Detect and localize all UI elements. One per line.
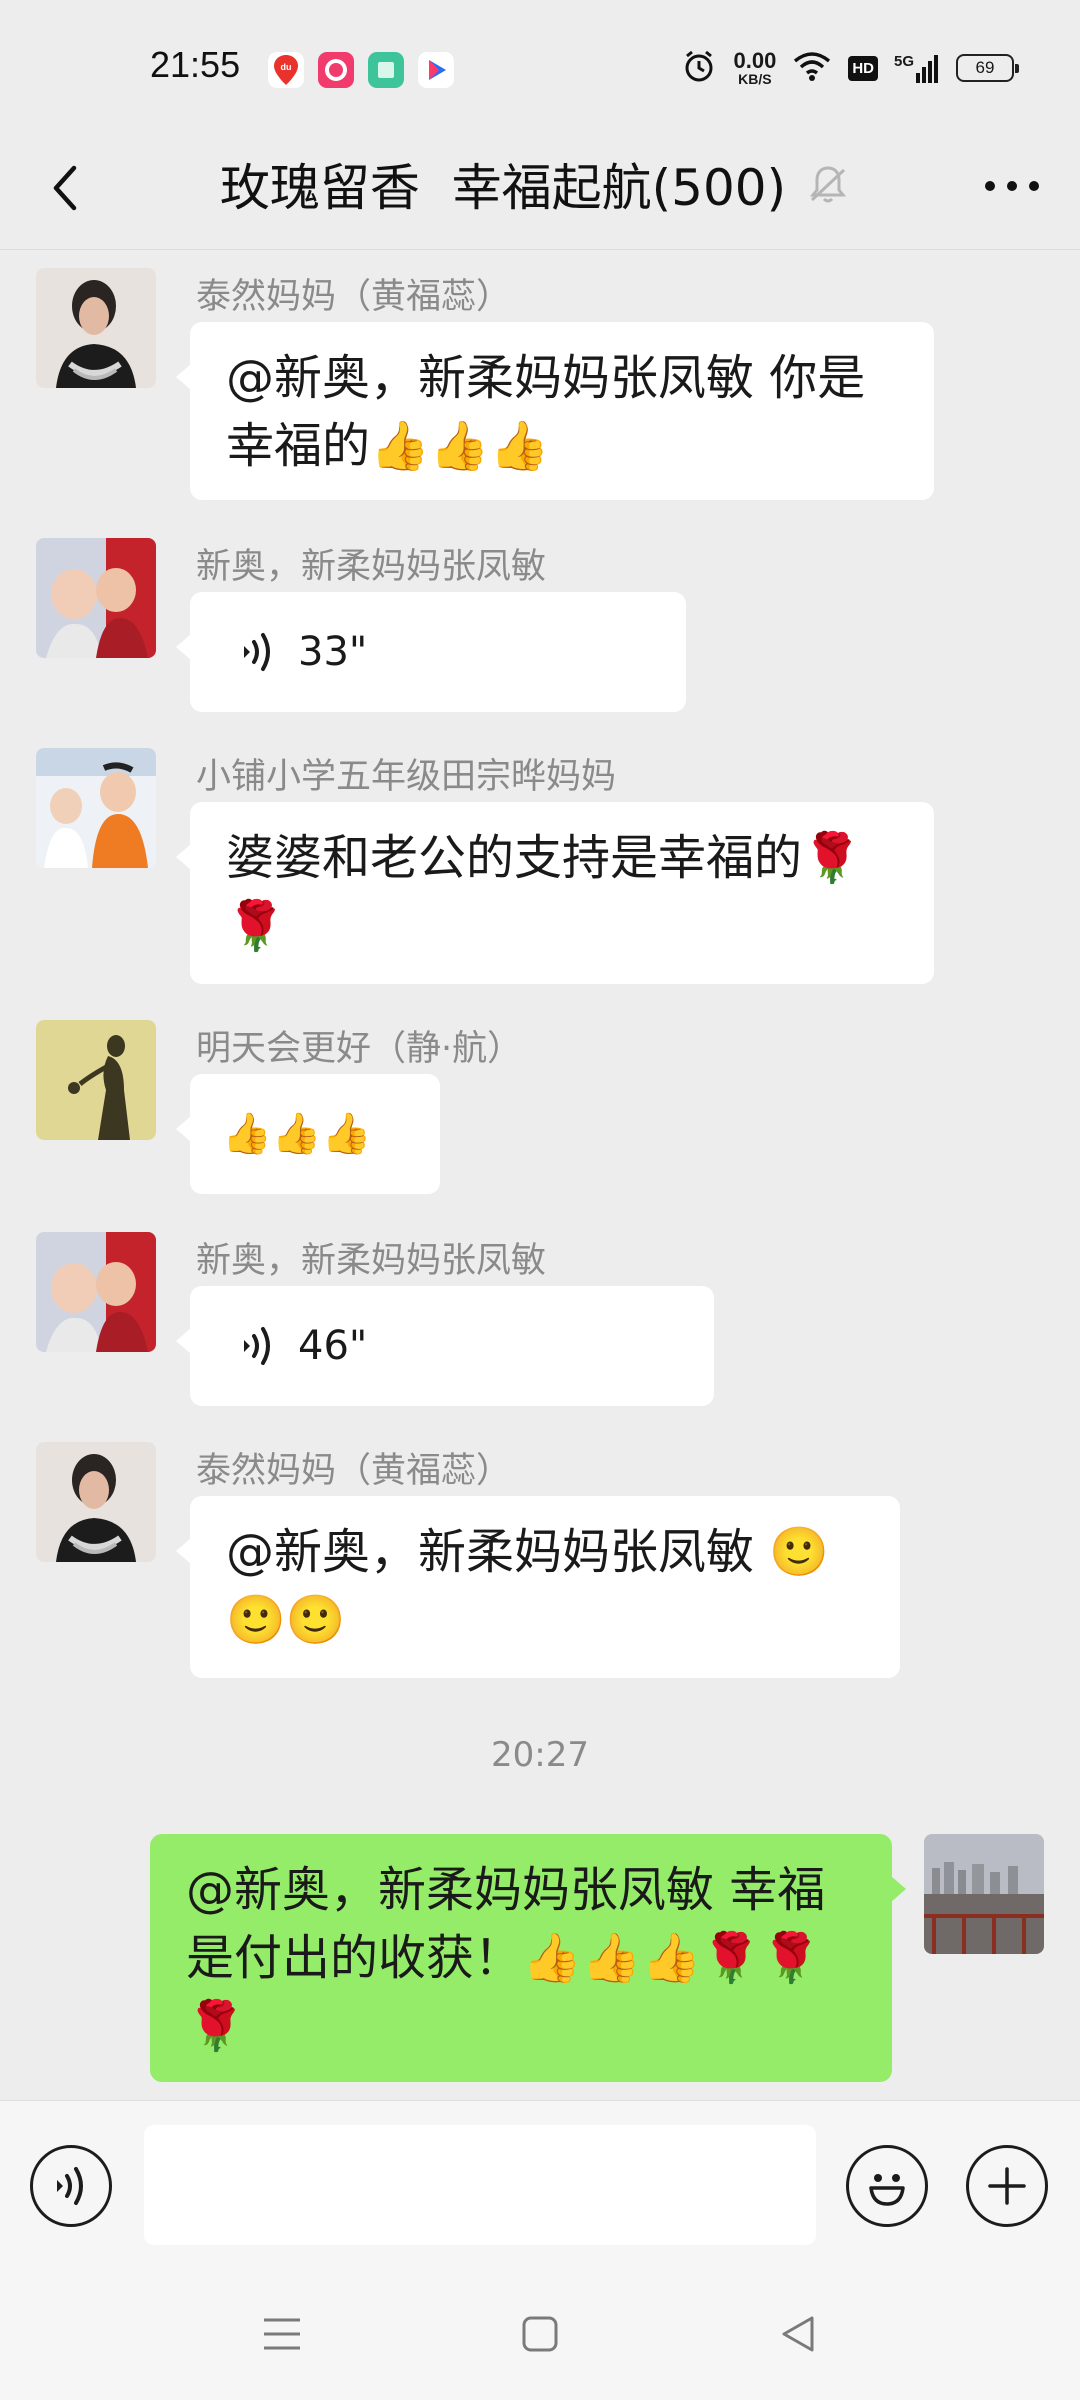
avatar[interactable] — [36, 1442, 156, 1562]
status-notification-icons: du — [268, 52, 454, 88]
more-options-button[interactable] — [980, 166, 1044, 206]
svg-text:du: du — [281, 62, 292, 72]
battery-indicator: 69 — [956, 54, 1019, 82]
avatar[interactable] — [36, 538, 156, 658]
message-text: 👍👍👍 — [222, 1111, 372, 1157]
sender-name: 小铺小学五年级田宗晔妈妈 — [196, 757, 617, 797]
voice-message-bubble[interactable]: 46" — [176, 1286, 714, 1406]
message-bubble[interactable]: 婆婆和老公的支持是幸福的🌹🌹 — [176, 802, 934, 984]
sender-name: 泰然妈妈（黄福蕊） — [196, 277, 512, 317]
map-app-icon: du — [268, 52, 304, 88]
home-square-icon — [522, 2316, 558, 2352]
my-avatar[interactable] — [924, 1834, 1044, 1954]
hd-badge: HD — [848, 55, 878, 81]
home-nav-button[interactable] — [510, 2304, 570, 2364]
chat-header: 玫瑰留香 幸福起航(500) — [0, 132, 1080, 250]
signal-icon: 5G — [894, 53, 940, 83]
voice-message: 46" — [190, 1312, 367, 1380]
emoji-button[interactable] — [846, 2145, 928, 2227]
message-text: @新奥，新柔妈妈张凤敏 🙂🙂🙂 — [226, 1524, 830, 1648]
back-nav-button[interactable] — [768, 2304, 828, 2364]
reader-app-icon — [368, 52, 404, 88]
menu-icon — [264, 2318, 300, 2350]
youku-app-icon — [418, 52, 454, 88]
message-bubble[interactable]: 👍👍👍 — [176, 1074, 440, 1194]
smiley-icon — [869, 2174, 905, 2206]
message-text: @新奥，新柔妈妈张凤敏 你是幸福的👍👍👍 — [226, 350, 866, 474]
message-text: 婆婆和老公的支持是幸福的🌹🌹 — [226, 830, 862, 954]
video-app-icon — [318, 52, 354, 88]
my-message-item: @新奥，新柔妈妈张凤敏 幸福是付出的收获！👍👍👍🌹🌹🌹 — [0, 1834, 1080, 2084]
sender-name: 明天会更好（静·航） — [196, 1029, 523, 1069]
voice-wave-icon — [244, 1327, 270, 1365]
avatar[interactable] — [36, 268, 156, 388]
voice-message: 33" — [190, 618, 367, 686]
status-time: 21:55 — [150, 44, 241, 85]
voice-wave-icon — [57, 2167, 83, 2205]
sender-name: 新奥，新柔妈妈张凤敏 — [196, 547, 547, 587]
avatar[interactable] — [36, 1232, 156, 1352]
plus-icon — [988, 2167, 1026, 2205]
status-system-icons: 0.00 KB/S HD 5G 69 — [681, 48, 1019, 88]
menu-nav-button[interactable] — [252, 2304, 312, 2364]
system-navigation-bar — [0, 2270, 1080, 2400]
voice-input-button[interactable] — [30, 2145, 112, 2227]
avatar[interactable] — [36, 748, 156, 868]
message-input[interactable] — [144, 2125, 816, 2245]
message-bubble[interactable]: @新奥，新柔妈妈张凤敏 你是幸福的👍👍👍 — [176, 322, 934, 500]
mute-bell-icon — [810, 166, 847, 203]
message-input-bar — [0, 2100, 1080, 2270]
chat-timestamp: 20:27 — [491, 1735, 589, 1775]
sender-name: 新奥，新柔妈妈张凤敏 — [196, 1241, 547, 1281]
my-message-bubble[interactable]: @新奥，新柔妈妈张凤敏 幸福是付出的收获！👍👍👍🌹🌹🌹 — [150, 1834, 906, 2082]
status-bar: 21:55 du 0.00 KB/S HD 5G 69 — [0, 0, 1080, 132]
sender-name: 泰然妈妈（黄福蕊） — [196, 1451, 512, 1491]
avatar[interactable] — [36, 1020, 156, 1140]
voice-duration: 46" — [298, 1323, 368, 1369]
chat-title-wrap: 玫瑰留香 幸福起航(500) — [0, 148, 1080, 220]
my-message-text: @新奥，新柔妈妈张凤敏 幸福是付出的收获！👍👍👍🌹🌹🌹 — [186, 1862, 826, 2054]
alarm-icon — [681, 48, 717, 88]
voice-wave-icon — [244, 633, 270, 671]
network-speed: 0.00 KB/S — [733, 48, 777, 87]
more-dots-icon — [985, 181, 1039, 191]
more-functions-button[interactable] — [966, 2145, 1048, 2227]
wifi-icon — [792, 50, 832, 86]
chat-title: 玫瑰留香 幸福起航(500) — [219, 159, 787, 217]
back-triangle-icon — [782, 2316, 814, 2352]
voice-duration: 33" — [298, 629, 368, 675]
voice-message-bubble[interactable]: 33" — [176, 592, 686, 712]
message-bubble[interactable]: @新奥，新柔妈妈张凤敏 🙂🙂🙂 — [176, 1496, 900, 1678]
